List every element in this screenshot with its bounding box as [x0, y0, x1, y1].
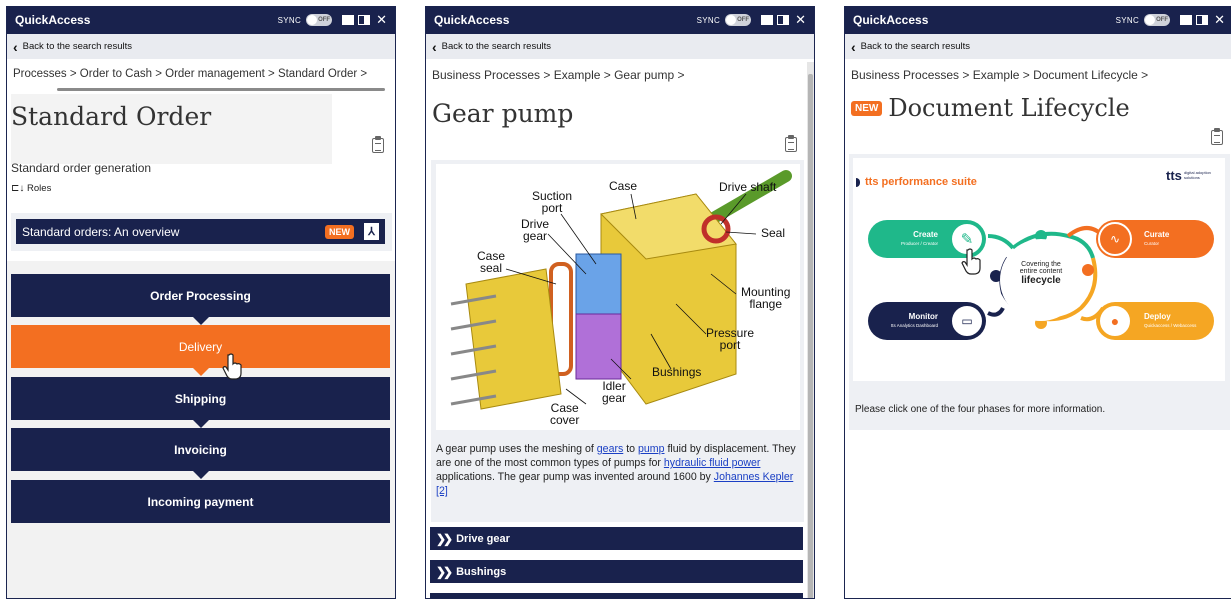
- clipboard-icon[interactable]: [372, 136, 384, 153]
- sync-label: SYNC: [696, 15, 721, 25]
- page-title: Gear pump: [432, 99, 574, 128]
- title-row: NEW Document Lifecycle: [851, 94, 1130, 122]
- phase-curate[interactable]: ∿ Curate Curator: [1096, 220, 1214, 258]
- sync-label: SYNC: [1115, 15, 1140, 25]
- roles-icon: ⊏↓: [11, 183, 25, 194]
- split-view-icon[interactable]: [1196, 15, 1209, 25]
- title-bar: QuickAccess SYNC OFF ✕: [7, 6, 395, 34]
- link-hydraulic[interactable]: hydraulic fluid power: [664, 457, 761, 469]
- pdf-icon[interactable]: ⅄: [364, 223, 379, 240]
- breadcrumb[interactable]: Processes > Order to Cash > Order manage…: [7, 68, 395, 80]
- overview-label: Standard orders: An overview: [22, 224, 180, 239]
- label-drive-gear: Drive gear: [521, 217, 550, 243]
- sync-toggle[interactable]: OFF: [1144, 14, 1171, 26]
- link-reference[interactable]: [2]: [436, 485, 448, 497]
- phase-deploy[interactable]: ● Deploy Quickaccess / Webaccess: [1096, 302, 1214, 340]
- flow-step-delivery[interactable]: Delivery: [11, 325, 390, 376]
- label-bushings: Bushings: [652, 365, 702, 379]
- sync-toggle[interactable]: OFF: [306, 14, 333, 26]
- accordion-next[interactable]: [430, 593, 803, 598]
- flow-step-invoicing[interactable]: Invoicing: [11, 428, 390, 479]
- hand-cursor-icon: [222, 353, 242, 380]
- title-bar: QuickAccess SYNC OFF ✕: [845, 6, 1231, 34]
- gear-pump-diagram: Case Drive shaft Suction port Drive gear…: [436, 164, 800, 430]
- hand-cursor-icon: [961, 248, 981, 275]
- app-title: QuickAccess: [853, 13, 929, 27]
- flow-step-shipping[interactable]: Shipping: [11, 377, 390, 428]
- scrollbar[interactable]: [807, 62, 814, 598]
- title-bar: QuickAccess SYNC OFF ✕: [426, 6, 814, 34]
- single-view-icon[interactable]: [342, 15, 355, 25]
- page-description: Standard order generation: [11, 161, 152, 175]
- split-view-icon[interactable]: [777, 15, 790, 25]
- clipboard-icon[interactable]: [785, 135, 797, 152]
- link-kepler[interactable]: Johannes Kepler: [714, 471, 794, 483]
- sync-toggle[interactable]: OFF: [725, 14, 752, 26]
- breadcrumb[interactable]: Business Processes > Example > Gear pump…: [426, 68, 814, 82]
- single-view-icon[interactable]: [761, 15, 774, 25]
- accordion-drive-gear[interactable]: ❯❯ Drive gear: [430, 527, 803, 550]
- breadcrumb[interactable]: Business Processes > Example > Document …: [845, 68, 1231, 82]
- deploy-icon: ●: [1098, 304, 1132, 338]
- close-icon[interactable]: ✕: [795, 13, 806, 26]
- label-mounting-flange: Mounting flange: [741, 285, 791, 311]
- lifecycle-center: Covering the entire content lifecycle: [1000, 239, 1082, 321]
- roles-link[interactable]: ⊏↓ Roles: [11, 183, 51, 194]
- back-label: Back to the search results: [860, 41, 970, 52]
- double-chevron-icon: ❯❯: [436, 564, 453, 579]
- link-pump[interactable]: pump: [638, 443, 665, 455]
- new-badge: NEW: [851, 100, 883, 116]
- back-label: Back to the search results: [441, 41, 551, 52]
- chevron-left-icon: ‹: [13, 38, 18, 55]
- sync-label: SYNC: [277, 15, 302, 25]
- panel-gear-pump: QuickAccess SYNC OFF ✕ ‹ Back to the sea…: [425, 6, 815, 599]
- split-view-icon[interactable]: [358, 15, 371, 25]
- new-badge: NEW: [325, 224, 354, 239]
- label-seal: Seal: [761, 226, 786, 240]
- chevron-left-icon: ‹: [851, 38, 856, 55]
- label-drive-shaft: Drive shaft: [719, 180, 777, 194]
- double-chevron-icon: ❯❯: [436, 531, 453, 546]
- gear-pump-description: A gear pump uses the meshing of gears to…: [436, 443, 796, 497]
- label-case-cover: Case cover: [550, 401, 580, 427]
- link-gears[interactable]: gears: [597, 443, 624, 455]
- back-link[interactable]: ‹ Back to the search results: [845, 34, 1231, 59]
- overview-bar[interactable]: Standard orders: An overview NEW ⅄: [16, 219, 385, 244]
- single-view-icon[interactable]: [1180, 15, 1193, 25]
- phase-monitor[interactable]: Monitor tts Analytics Dashboard ▭: [868, 302, 986, 340]
- back-label: Back to the search results: [22, 41, 132, 52]
- label-case-seal: Case seal: [477, 249, 506, 275]
- label-pressure-port: Pressure port: [706, 326, 755, 352]
- flow-step-order-processing[interactable]: Order Processing: [11, 274, 390, 325]
- chevron-left-icon: ‹: [432, 38, 437, 55]
- app-title: QuickAccess: [15, 13, 91, 27]
- label-suction-port: Suction port: [532, 189, 573, 215]
- clipboard-icon[interactable]: [1211, 128, 1223, 145]
- label-case: Case: [609, 179, 638, 193]
- trend-icon: ∿: [1098, 222, 1132, 256]
- instruction-text: Please click one of the four phases for …: [855, 404, 1106, 415]
- page-title: Standard Order: [11, 102, 212, 131]
- accordion-bushings[interactable]: ❯❯ Bushings: [430, 560, 803, 583]
- close-icon[interactable]: ✕: [376, 13, 387, 26]
- back-link[interactable]: ‹ Back to the search results: [7, 34, 395, 59]
- panel-standard-order: QuickAccess SYNC OFF ✕ ‹ Back to the sea…: [6, 6, 396, 599]
- app-title: QuickAccess: [434, 13, 510, 27]
- monitor-icon: ▭: [950, 304, 984, 338]
- back-link[interactable]: ‹ Back to the search results: [426, 34, 814, 59]
- flow-step-incoming-payment[interactable]: Incoming payment: [11, 480, 390, 523]
- close-icon[interactable]: ✕: [1214, 13, 1225, 26]
- page-title: Document Lifecycle: [888, 94, 1130, 122]
- scroll-indicator[interactable]: [57, 88, 385, 91]
- label-idler-gear: Idler gear: [602, 379, 627, 405]
- panel-document-lifecycle: QuickAccess SYNC OFF ✕ ‹ Back to the sea…: [844, 6, 1231, 599]
- lifecycle-graphic: tts performance suite tts digital adopti…: [853, 158, 1225, 381]
